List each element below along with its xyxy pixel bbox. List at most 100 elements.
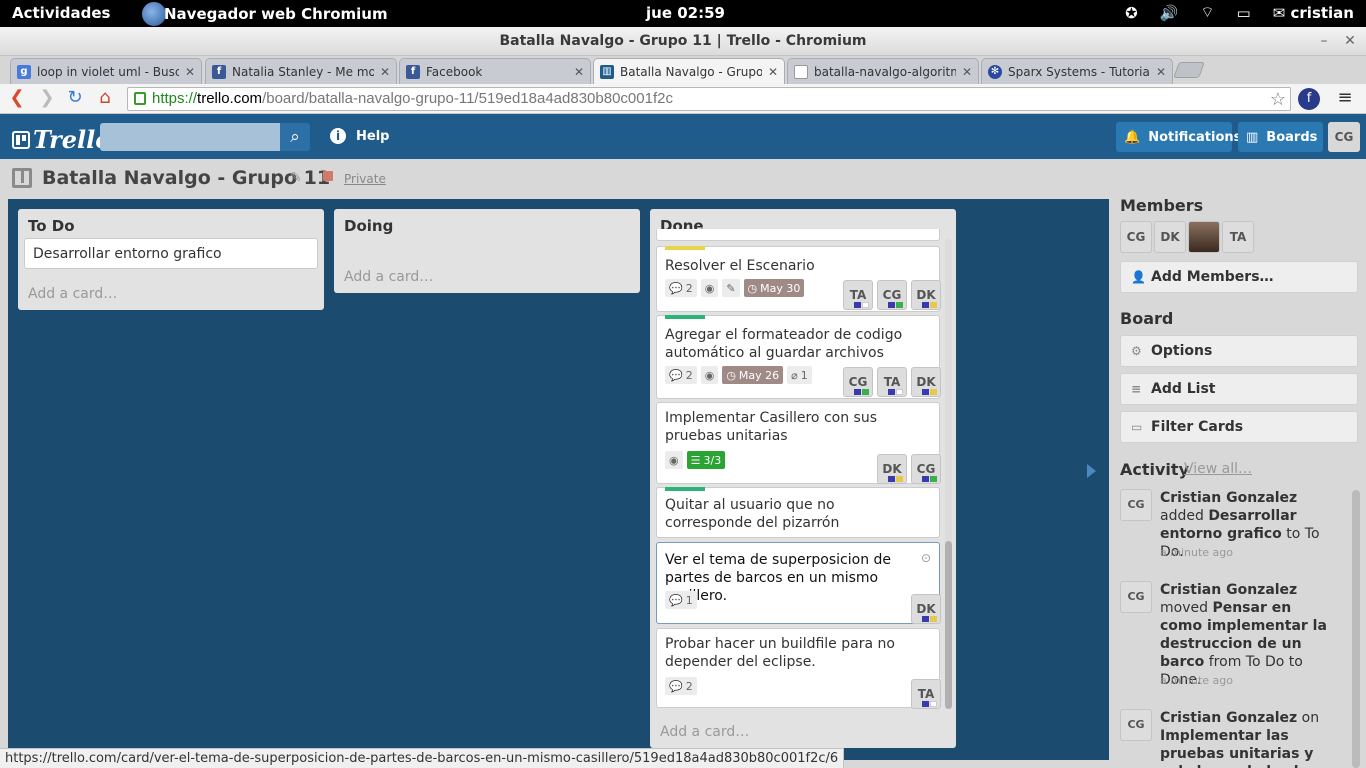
activities-button[interactable]: Actividades [12,4,110,22]
volume-icon[interactable]: 🔊 [1160,4,1179,22]
card[interactable]: Agregar el formateador de codigo automát… [656,315,941,399]
member-avatar[interactable]: CG [843,367,873,397]
member-avatar[interactable]: CG [1120,221,1152,253]
add-card-link[interactable]: Add a card… [660,724,749,740]
member-avatar[interactable]: CG [877,280,907,310]
close-tab-icon[interactable]: ✕ [962,65,972,79]
boards-label: Boards [1266,129,1318,145]
member-avatar[interactable]: DK [1154,221,1186,253]
close-tab-icon[interactable]: ✕ [380,65,390,79]
filter-cards-button[interactable]: ▭ Filter Cards [1120,411,1358,443]
activity-heading: Activity [1120,460,1189,479]
member-avatar[interactable]: DK [911,280,941,310]
member-avatar[interactable]: DK [911,367,941,397]
menu-icon[interactable]: ≡ [1334,87,1356,109]
activity-user[interactable]: Cristian Gonzalez [1160,710,1297,726]
minimize-button[interactable]: – [1314,32,1334,50]
card-menu-icon[interactable]: ⊙ [921,551,931,565]
card-title: Resolver el Escenario [665,258,815,274]
tab-batalla-algoritmo[interactable]: batalla-navalgo-algoritmo ✕ [787,58,979,84]
card[interactable]: Probar hacer un buildfile para no depend… [656,628,941,709]
card[interactable]: Implementar Casillero con sus pruebas un… [656,402,941,484]
sidebar-scrollbar[interactable] [1352,490,1360,768]
home-icon[interactable]: ⌂ [94,87,116,109]
tab-google-search[interactable]: g loop in violet uml - Buscar ✕ [10,58,202,84]
add-card-link[interactable]: Add a card… [344,269,433,285]
view-all-link[interactable]: View all… [1184,461,1252,477]
tab-facebook-natalia[interactable]: f Natalia Stanley - Me mole ✕ [205,58,397,84]
list-title[interactable]: Doing [344,217,393,235]
options-button[interactable]: ⚙ Options [1120,335,1358,367]
tab-facebook[interactable]: f Facebook ✕ [399,58,591,84]
close-tab-icon[interactable]: ✕ [768,65,778,79]
user-menu[interactable]: ✉ cristian [1273,4,1354,22]
member-avatar[interactable]: TA [1222,221,1254,253]
board-heading: Board [1120,309,1174,328]
card-partial[interactable] [656,229,940,241]
member-avatar[interactable]: DK [911,594,941,624]
address-bar[interactable]: https://trello.com/board/batalla-navalgo… [127,87,1291,111]
card[interactable]: Quitar al usuario que no corresponde del… [656,487,940,538]
activity-user[interactable]: Cristian Gonzalez [1160,490,1297,506]
extension-icon[interactable]: f [1298,88,1320,110]
gear-icon: ⚙ [1131,344,1142,358]
close-tab-icon[interactable]: ✕ [185,65,195,79]
activity-avatar[interactable]: CG [1120,489,1152,521]
battery-icon[interactable]: ▭ [1237,4,1251,22]
wifi-icon[interactable]: ⌔ [1200,3,1214,22]
close-tab-icon[interactable]: ✕ [574,65,584,79]
card[interactable]: Resolver el Escenario 💬 2 ◉ ✎ ◷ May 30 TA … [656,246,941,312]
member-avatar[interactable]: TA [843,280,873,310]
activity-avatar[interactable]: CG [1120,581,1152,613]
activity-card[interactable]: Implementar las pruebas unitarias y subc… [1160,728,1326,768]
url-path: /board/batalla-navalgo-grupo-11/519ed18a… [262,90,673,107]
scrollbar-thumb[interactable] [945,541,952,709]
sparx-icon: ✻ [988,64,1002,79]
card[interactable]: Desarrollar entorno grafico [24,238,318,269]
add-card-link[interactable]: Add a card… [28,286,117,302]
due-date: May 26 [738,368,780,382]
member-avatar[interactable]: CG [911,454,941,484]
activity-item: CG Cristian Gonzalez moved Pensar en com… [1120,581,1350,691]
search-button[interactable]: ⌕ [280,123,310,151]
activity-avatar[interactable]: CG [1120,709,1152,741]
member-avatar-photo[interactable] [1188,221,1220,253]
clock[interactable]: jue 02:59 [646,4,725,22]
card-badges: 💬 2 [665,677,697,695]
search-input[interactable] [100,123,280,151]
tab-trello-board[interactable]: ▥ Batalla Navalgo - Grupo 1 ✕ [593,58,785,84]
card-badges: 💬 1 [665,591,697,609]
trello-logo[interactable]: Trello [12,125,111,154]
member-avatar[interactable]: DK [877,454,907,484]
help-link[interactable]: i Help [330,128,389,144]
visibility-link[interactable]: Private [344,172,386,186]
edit-pencil-icon[interactable]: ✎ [290,170,302,186]
accessibility-icon[interactable]: ✪ [1125,4,1138,22]
back-icon[interactable]: ❮ [6,87,28,109]
activity-user[interactable]: Cristian Gonzalez [1160,582,1297,598]
add-members-button[interactable]: 👤 Add Members… [1120,261,1358,293]
card[interactable]: Ver el tema de superposicion de partes d… [656,542,941,624]
member-avatar[interactable]: TA [911,679,941,709]
list-scrollbar[interactable] [945,239,952,709]
paperclip-icon: ⌀ [791,368,798,382]
user-avatar[interactable]: CG [1328,122,1360,152]
scroll-right-arrow-icon[interactable] [1087,464,1096,478]
notifications-button[interactable]: 🔔 Notifications [1116,122,1241,152]
tab-title: batalla-navalgo-algoritmo [814,64,956,79]
card-title: Quitar al usuario que no corresponde del… [665,497,840,531]
app-menu[interactable]: Navegador web Chromium [142,0,388,27]
close-tab-icon[interactable]: ✕ [1156,65,1166,79]
filter-cards-label: Filter Cards [1151,419,1244,435]
board-title[interactable]: Batalla Navalgo - Grupo 11 [42,167,330,189]
add-list-button[interactable]: ≡ Add List [1120,373,1358,405]
tab-sparx-systems[interactable]: ✻ Sparx Systems - Tutorial U ✕ [981,58,1173,84]
forward-icon[interactable]: ❯ [36,87,58,109]
close-window-button[interactable]: ✕ [1340,32,1360,50]
reload-icon[interactable]: ↻ [64,87,86,109]
boards-button[interactable]: ▥ Boards [1238,122,1323,152]
list-title[interactable]: To Do [28,217,75,235]
bookmark-star-icon[interactable]: ☆ [1270,88,1286,110]
add-list-label: Add List [1151,381,1216,397]
member-avatar[interactable]: TA [877,367,907,397]
